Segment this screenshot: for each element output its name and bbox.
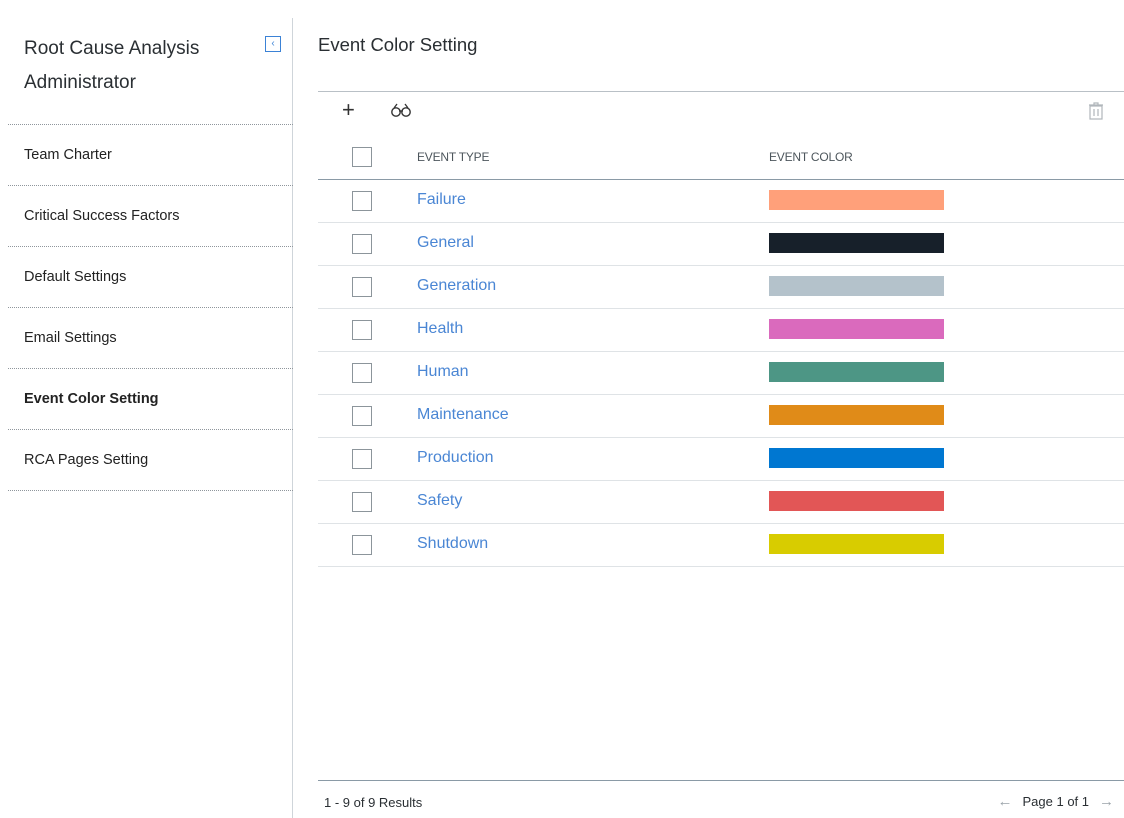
row-checkbox[interactable] xyxy=(352,492,372,512)
event-type-link[interactable]: Failure xyxy=(417,191,466,209)
sidebar-item-label: Critical Success Factors xyxy=(24,208,180,224)
table-row: Failure xyxy=(318,180,1124,223)
select-all-checkbox[interactable] xyxy=(352,147,372,167)
event-type-link[interactable]: Safety xyxy=(417,492,462,510)
table-row: Health xyxy=(318,309,1124,352)
column-header-event-color: EVENT COLOR xyxy=(769,150,853,164)
cropped-header-strip xyxy=(0,0,1124,18)
event-color-swatch xyxy=(769,319,944,339)
table-row: Maintenance xyxy=(318,395,1124,438)
sidebar: Root Cause Analysis Administrator ‹ Team… xyxy=(0,18,293,818)
event-color-swatch xyxy=(769,276,944,296)
event-type-link[interactable]: Maintenance xyxy=(417,406,509,424)
row-checkbox[interactable] xyxy=(352,234,372,254)
row-checkbox[interactable] xyxy=(352,320,372,340)
results-count: 1 - 9 of 9 Results xyxy=(324,795,423,810)
column-header-event-type: EVENT TYPE xyxy=(417,150,490,164)
table-header: EVENT TYPE EVENT COLOR xyxy=(318,136,1124,180)
collapse-sidebar-button[interactable]: ‹ xyxy=(265,36,281,52)
event-color-swatch xyxy=(769,491,944,511)
table-row: General xyxy=(318,223,1124,266)
event-color-swatch xyxy=(769,448,944,468)
event-color-swatch xyxy=(769,405,944,425)
page-title: Event Color Setting xyxy=(318,34,478,55)
event-color-swatch xyxy=(769,190,944,210)
row-checkbox[interactable] xyxy=(352,363,372,383)
event-color-swatch xyxy=(769,233,944,253)
table-row: Human xyxy=(318,352,1124,395)
sidebar-title: Root Cause Analysis Administrator xyxy=(24,38,200,93)
table-row: Production xyxy=(318,438,1124,481)
main-panel: Event Color Setting + EVENT TYPE EVENT C… xyxy=(318,18,1124,818)
event-color-swatch xyxy=(769,362,944,382)
divider xyxy=(318,91,1124,92)
row-checkbox[interactable] xyxy=(352,191,372,211)
chevron-left-icon: ‹ xyxy=(271,38,275,49)
sidebar-item-critical-success-factors[interactable]: Critical Success Factors xyxy=(8,186,293,247)
pagination: ← Page 1 of 1 → xyxy=(998,793,1115,810)
sidebar-item-event-color-setting[interactable]: Event Color Setting xyxy=(8,369,293,430)
event-type-link[interactable]: Human xyxy=(417,363,469,381)
event-type-link[interactable]: Shutdown xyxy=(417,535,488,553)
table-row: Safety xyxy=(318,481,1124,524)
row-checkbox[interactable] xyxy=(352,535,372,555)
table-footer: 1 - 9 of 9 Results ← Page 1 of 1 → xyxy=(318,780,1124,818)
event-type-link[interactable]: Generation xyxy=(417,277,496,295)
sidebar-item-email-settings[interactable]: Email Settings xyxy=(8,308,293,369)
sidebar-item-label: Team Charter xyxy=(24,147,112,163)
sidebar-item-label: Event Color Setting xyxy=(24,391,159,407)
binoculars-search-icon[interactable] xyxy=(390,102,412,118)
table-row: Generation xyxy=(318,266,1124,309)
sidebar-item-label: Default Settings xyxy=(24,269,127,285)
event-color-swatch xyxy=(769,534,944,554)
add-icon[interactable]: + xyxy=(342,98,355,122)
row-checkbox[interactable] xyxy=(352,449,372,469)
page-indicator: Page 1 of 1 xyxy=(1022,794,1090,809)
previous-page-icon[interactable]: ← xyxy=(998,793,1013,810)
table-body: Failure General Generation Health Human Maint… xyxy=(318,180,1124,567)
event-color-table: EVENT TYPE EVENT COLOR Failure General Gen… xyxy=(318,136,1124,567)
sidebar-item-team-charter[interactable]: Team Charter xyxy=(8,125,293,186)
sidebar-item-default-settings[interactable]: Default Settings xyxy=(8,247,293,308)
event-type-link[interactable]: Health xyxy=(417,320,463,338)
sidebar-item-label: RCA Pages Setting xyxy=(24,452,149,468)
event-type-link[interactable]: Production xyxy=(417,449,494,467)
trash-icon[interactable] xyxy=(1088,101,1104,120)
row-checkbox[interactable] xyxy=(352,277,372,297)
sidebar-nav: Team Charter Critical Success Factors De… xyxy=(8,124,293,491)
sidebar-item-label: Email Settings xyxy=(24,330,117,346)
sidebar-item-rca-pages-setting[interactable]: RCA Pages Setting xyxy=(8,430,293,491)
next-page-icon[interactable]: → xyxy=(1099,793,1114,810)
event-type-link[interactable]: General xyxy=(417,234,474,252)
table-row: Shutdown xyxy=(318,524,1124,567)
row-checkbox[interactable] xyxy=(352,406,372,426)
